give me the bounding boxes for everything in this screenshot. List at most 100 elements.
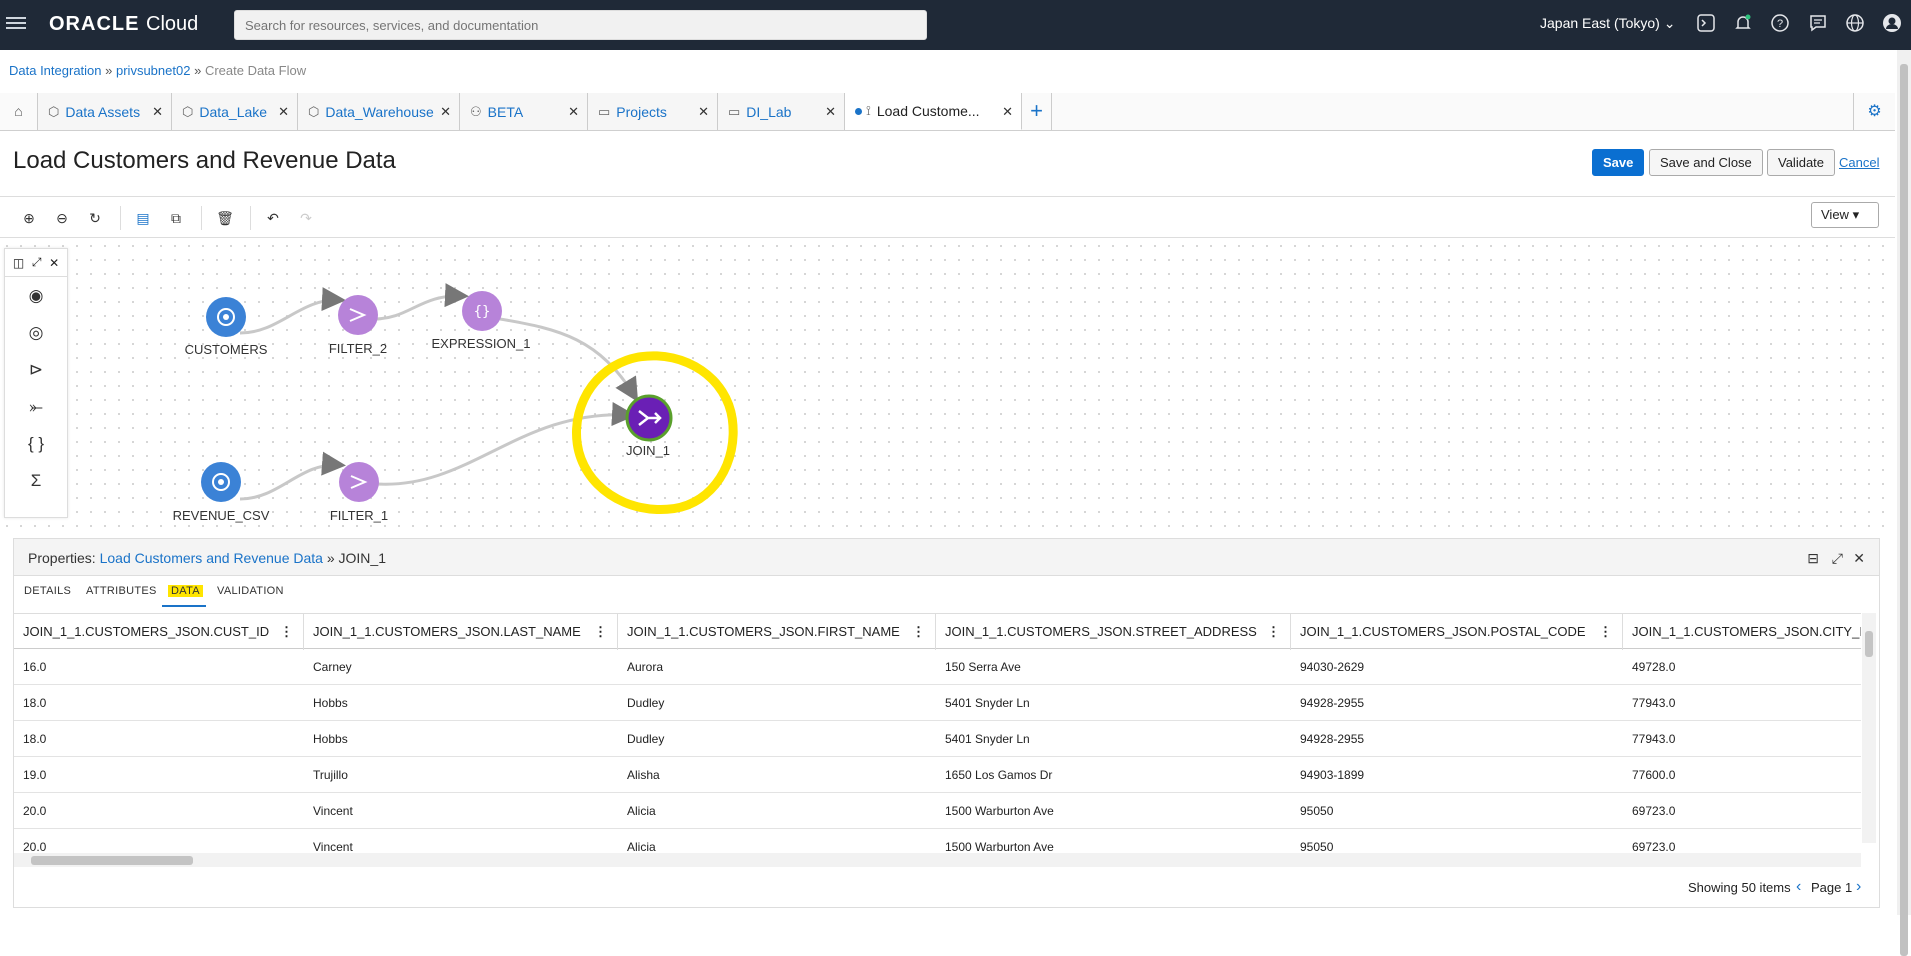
target-operator-icon[interactable]: ◎ (5, 314, 67, 351)
close-icon[interactable]: ✕ (1002, 104, 1013, 120)
column-header[interactable]: JOIN_1_1.CUSTOMERS_JSON.FIRST_NAME ⋮ (618, 614, 936, 650)
cloud-shell-icon[interactable] (1694, 13, 1718, 37)
source-operator-icon[interactable]: ◉ (5, 277, 67, 314)
filter-operator-icon[interactable]: ⊳ (5, 351, 67, 388)
tab-data-assets[interactable]: ⬡ Data Assets ✕ (38, 93, 172, 130)
zoom-in-icon[interactable]: ⊕ (19, 208, 39, 228)
search-input[interactable] (234, 10, 927, 40)
column-menu-icon[interactable]: ⋮ (1267, 624, 1280, 640)
home-tab-icon[interactable]: ⌂ (0, 93, 38, 130)
tab-label: Data_Lake (199, 103, 268, 120)
region-selector[interactable]: Japan East (Tokyo) ⌄ (1540, 15, 1675, 32)
table-row[interactable]: 18.0 Hobbs Dudley 5401 Snyder Ln 94928-2… (14, 685, 1861, 721)
gear-icon[interactable]: ⚙ (1853, 93, 1895, 130)
tab-load-customers[interactable]: ⟟ Load Custome... ✕ (845, 93, 1022, 130)
copy-icon[interactable]: ⧉ (166, 208, 186, 228)
properties-dataflow-link[interactable]: Load Customers and Revenue Data (100, 550, 323, 566)
node-revenue-csv[interactable] (201, 462, 241, 502)
active-tab-indicator (162, 605, 206, 607)
next-page-icon[interactable]: › (1856, 878, 1861, 896)
column-header[interactable]: JOIN_1_1.CUSTOMERS_JSON.STREET_ADDRESS ⋮ (936, 614, 1291, 650)
scroll-thumb[interactable] (1900, 64, 1908, 956)
cancel-link[interactable]: Cancel (1839, 155, 1879, 170)
column-header-label: JOIN_1_1.CUSTOMERS_JSON.CITY_II (1632, 624, 1861, 639)
breadcrumb-data-integration[interactable]: Data Integration (9, 63, 102, 78)
close-icon[interactable]: ✕ (49, 256, 59, 270)
tab-di-lab[interactable]: ▭ DI_Lab ✕ (718, 93, 845, 130)
zoom-out-icon[interactable]: ⊖ (52, 208, 72, 228)
undo-icon[interactable]: ↶ (263, 208, 283, 228)
user-profile-icon[interactable] (1880, 13, 1904, 37)
column-header[interactable]: JOIN_1_1.CUSTOMERS_JSON.POSTAL_CODE ⋮ (1291, 614, 1623, 650)
canvas-toolbar: ⊕ ⊖ ↻ ▤ ⧉ 🗑 ↶ ↷ (0, 196, 1895, 238)
dataflow-icon: ⟟ (866, 103, 871, 118)
table-row[interactable]: 20.0 Vincent Alicia 1500 Warburton Ave 9… (14, 829, 1861, 853)
column-menu-icon[interactable]: ⋮ (912, 624, 925, 640)
table-horizontal-scrollbar[interactable] (14, 853, 1861, 867)
close-icon[interactable]: ✕ (278, 104, 289, 120)
scroll-thumb[interactable] (31, 856, 193, 865)
node-filter1[interactable] (339, 462, 379, 502)
close-icon[interactable]: ✕ (698, 104, 709, 120)
expand-icon[interactable]: ⤢ (32, 255, 42, 270)
feedback-icon[interactable] (1806, 13, 1830, 37)
tab-projects[interactable]: ▭ Projects ✕ (588, 93, 718, 130)
add-tab-icon[interactable]: + (1022, 93, 1052, 130)
column-header[interactable]: JOIN_1_1.CUSTOMERS_JSON.CITY_II (1623, 614, 1861, 650)
table-row[interactable]: 19.0 Trujillo Alisha 1650 Los Gamos Dr 9… (14, 757, 1861, 793)
minimize-icon[interactable]: ⊟ (1807, 550, 1819, 567)
table-vertical-scrollbar[interactable] (1862, 613, 1876, 843)
view-dropdown[interactable]: View ▾ (1811, 202, 1879, 228)
notifications-bell-icon[interactable] (1731, 13, 1755, 37)
close-icon[interactable]: ✕ (1853, 550, 1865, 567)
select-mode-icon[interactable]: ▤ (133, 208, 153, 228)
panel-toggle-icon[interactable]: ◫ (13, 256, 24, 270)
reset-zoom-icon[interactable]: ↻ (85, 208, 105, 228)
scroll-thumb[interactable] (1865, 631, 1873, 657)
column-menu-icon[interactable]: ⋮ (594, 624, 607, 640)
redo-icon[interactable]: ↷ (296, 208, 316, 228)
tab-validation[interactable]: VALIDATION (217, 585, 284, 597)
delete-icon[interactable]: 🗑 (215, 208, 235, 228)
close-icon[interactable]: ✕ (825, 104, 836, 120)
help-icon[interactable]: ? (1768, 13, 1792, 37)
tab-data-lake[interactable]: ⬡ Data_Lake ✕ (172, 93, 298, 130)
tab-beta[interactable]: ⚇ BETA ✕ (460, 93, 588, 130)
node-customers[interactable] (206, 297, 246, 337)
column-header[interactable]: JOIN_1_1.CUSTOMERS_JSON.CUST_ID ⋮ (14, 614, 304, 650)
oracle-cloud-logo[interactable]: ORACLE Cloud (49, 13, 198, 36)
tab-data-warehouse[interactable]: ⬡ Data_Warehouse ✕ (298, 93, 460, 130)
close-icon[interactable]: ✕ (152, 104, 163, 120)
unsaved-dot-icon (855, 107, 862, 115)
table-row[interactable]: 18.0 Hobbs Dudley 5401 Snyder Ln 94928-2… (14, 721, 1861, 757)
close-icon[interactable]: ✕ (440, 104, 451, 120)
column-menu-icon[interactable]: ⋮ (280, 624, 293, 640)
tab-bar: ⌂ ⬡ Data Assets ✕ ⬡ Data_Lake ✕ ⬡ Data_Wareho… (0, 93, 1895, 131)
close-icon[interactable]: ✕ (568, 104, 579, 120)
save-button[interactable]: Save (1592, 149, 1645, 176)
page-vertical-scrollbar[interactable] (1897, 50, 1911, 956)
prev-page-icon[interactable]: ‹ (1796, 878, 1801, 896)
cell: Aurora (627, 660, 664, 674)
column-header[interactable]: JOIN_1_1.CUSTOMERS_JSON.LAST_NAME ⋮ (304, 614, 618, 650)
validate-button[interactable]: Validate (1767, 149, 1836, 176)
language-globe-icon[interactable] (1843, 13, 1867, 37)
save-and-close-button[interactable]: Save and Close (1649, 149, 1763, 176)
column-menu-icon[interactable]: ⋮ (1599, 624, 1612, 640)
node-expression1[interactable]: {} (462, 291, 502, 331)
table-row[interactable]: 20.0 Vincent Alicia 1500 Warburton Ave 9… (14, 793, 1861, 829)
expression-operator-icon[interactable]: { } (5, 425, 67, 462)
cell: 18.0 (23, 696, 47, 710)
tab-attributes[interactable]: ATTRIBUTES (86, 585, 157, 597)
tab-data[interactable]: DATA (168, 585, 203, 597)
join-operator-icon[interactable]: ⤜ (5, 388, 67, 425)
node-label-revenue-csv: REVENUE_CSV (172, 508, 270, 523)
tab-details[interactable]: DETAILS (24, 585, 71, 597)
cell: 95050 (1300, 840, 1334, 853)
aggregate-operator-icon[interactable]: Σ (5, 462, 67, 499)
menu-icon[interactable] (6, 14, 26, 34)
expand-icon[interactable]: ⤢ (1832, 550, 1843, 567)
table-row[interactable]: 16.0 Carney Aurora 150 Serra Ave 94030-2… (14, 649, 1861, 685)
breadcrumb-workspace[interactable]: privsubnet02 (116, 63, 190, 78)
node-filter2[interactable] (338, 295, 378, 335)
